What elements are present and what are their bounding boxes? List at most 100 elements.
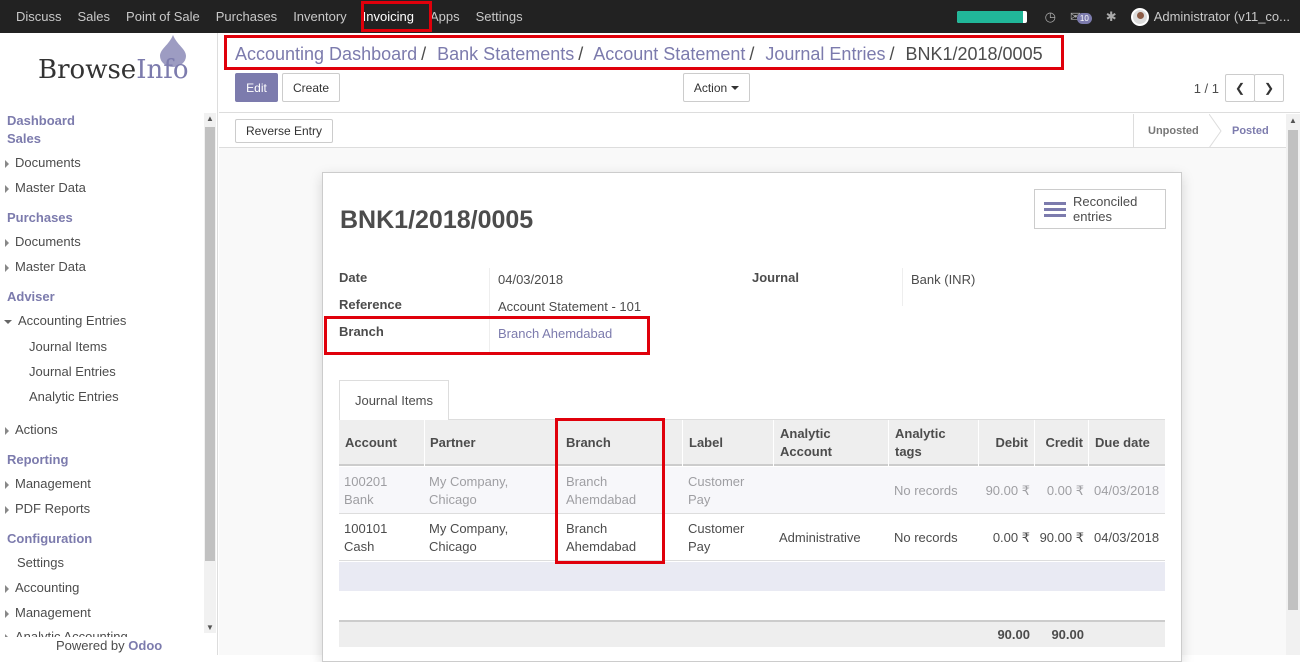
cell-account: 100201 Bank xyxy=(344,467,387,514)
scroll-down-icon[interactable]: ▼ xyxy=(206,623,214,632)
sidebar-item-journal-entries[interactable]: Journal Entries xyxy=(29,364,116,379)
chat-icon[interactable]: ✉10 xyxy=(1070,9,1092,25)
cell-partner: My Company, Chicago xyxy=(429,467,508,514)
chevron-right-icon: ❯ xyxy=(1263,81,1275,95)
tab-journal-items[interactable]: Journal Items xyxy=(339,380,449,420)
sidebar-item-journal-items[interactable]: Journal Items xyxy=(29,339,107,354)
menu-sales[interactable]: Sales xyxy=(78,9,111,24)
status-unposted[interactable]: Unposted xyxy=(1148,114,1199,148)
sidebar-item-sales-documents[interactable]: Documents xyxy=(5,155,81,170)
bug-icon[interactable]: ✱ xyxy=(1106,9,1117,25)
sidebar-item-settings[interactable]: Settings xyxy=(17,555,64,570)
cell-partner: My Company, Chicago xyxy=(429,514,508,561)
chevron-left-icon: ❮ xyxy=(1234,81,1246,95)
table-row[interactable]: 100201 Bank My Company, Chicago Branch Ahem… xyxy=(339,467,1165,514)
sidebar-head-purchases[interactable]: Purchases xyxy=(7,210,73,225)
table-row[interactable]: 100101 Cash My Company, Chicago Branch Ahem… xyxy=(339,514,1165,561)
sidebar-head-configuration[interactable]: Configuration xyxy=(7,531,92,546)
create-button[interactable]: Create xyxy=(282,73,340,102)
odoo-link[interactable]: Odoo xyxy=(128,638,162,653)
account-code: 100101 xyxy=(344,520,388,536)
edit-button[interactable]: Edit xyxy=(235,73,278,102)
sidebar-item-analytic-entries[interactable]: Analytic Entries xyxy=(29,389,119,404)
sidebar-item-pdf-reports[interactable]: PDF Reports xyxy=(5,501,90,516)
powered-by-text: Powered by xyxy=(56,638,125,653)
col-due-date[interactable]: Due date xyxy=(1089,420,1165,466)
sidebar-scrollbar[interactable]: ▲ ▼ xyxy=(204,113,216,633)
partner-1: My Company, xyxy=(429,473,509,489)
menu-point-of-sale[interactable]: Point of Sale xyxy=(126,9,200,24)
status-posted[interactable]: Posted xyxy=(1232,114,1269,148)
caret-right-icon xyxy=(5,584,9,593)
scroll-up-icon[interactable]: ▲ xyxy=(206,114,214,123)
pager-next-button[interactable]: ❯ xyxy=(1254,74,1284,102)
menu-settings[interactable]: Settings xyxy=(476,9,523,24)
table-header: Account Partner Branch Label Analytic Acc… xyxy=(339,420,1165,466)
table-footer: 90.00 90.00 xyxy=(339,620,1165,647)
col-credit[interactable]: Credit xyxy=(1035,420,1089,466)
col-debit[interactable]: Debit xyxy=(979,420,1035,466)
reconciled-entries-button[interactable]: Reconciled entries xyxy=(1034,189,1166,229)
cell-analytic-tags: No records xyxy=(894,529,958,545)
menu-inventory[interactable]: Inventory xyxy=(293,9,346,24)
col-account[interactable]: Account xyxy=(339,420,425,466)
col-analytic-account[interactable]: Analytic Account xyxy=(774,420,889,466)
sidebar-item-accounting[interactable]: Accounting xyxy=(5,580,79,595)
col-partner[interactable]: Partner xyxy=(425,420,556,466)
user-name: Administrator (v11_co... xyxy=(1153,9,1290,24)
sidebar-item-accounting-entries[interactable]: Accounting Entries xyxy=(4,313,126,328)
user-menu[interactable]: Administrator (v11_co... xyxy=(1130,7,1290,26)
action-dropdown[interactable]: Action xyxy=(683,73,750,102)
sidebar-head-dashboard[interactable]: Dashboard xyxy=(7,113,75,128)
status-arrow-icon xyxy=(1209,114,1222,148)
pager-previous-button[interactable]: ❮ xyxy=(1225,74,1255,102)
sidebar-scroll-thumb[interactable] xyxy=(205,127,215,561)
menu-discuss[interactable]: Discuss xyxy=(16,9,62,24)
sidebar-head-sales[interactable]: Sales xyxy=(7,131,41,146)
sidebar-item-management[interactable]: Management xyxy=(5,476,91,491)
sidebar-item-purch-master[interactable]: Master Data xyxy=(5,259,86,274)
logo: BrowseInfo xyxy=(38,55,188,85)
account-name: Cash xyxy=(344,538,375,554)
caret-right-icon xyxy=(5,263,9,272)
logo-info: Info xyxy=(136,55,189,85)
cell-analytic-tags: No records xyxy=(894,482,958,498)
reverse-entry-button[interactable]: Reverse Entry xyxy=(235,119,333,143)
reconciled-label-1: Reconciled xyxy=(1073,194,1138,209)
col-analytic-1: Analytic xyxy=(780,426,831,441)
cell-debit: 0.00 ₹ xyxy=(992,529,1030,545)
col-label[interactable]: Label xyxy=(683,420,774,466)
menu-apps[interactable]: Apps xyxy=(430,9,460,24)
avatar xyxy=(1130,7,1149,26)
progress-bar xyxy=(956,10,1027,23)
cell-due-date: 04/03/2018 xyxy=(1094,482,1160,498)
main-scroll-thumb[interactable] xyxy=(1288,130,1298,610)
sidebar-item-label: Master Data xyxy=(15,180,86,195)
sidebar-item-label: Accounting xyxy=(15,580,80,595)
cell-label: Customer Pay xyxy=(688,514,744,561)
top-navbar: Discuss Sales Point of Sale Purchases In… xyxy=(0,0,1300,33)
pager-value[interactable]: 1 / 1 xyxy=(1194,81,1219,96)
sidebar-item-analytic-accounting[interactable]: Analytic Accounting xyxy=(5,629,128,637)
clock-icon[interactable]: ◷ xyxy=(1045,9,1056,25)
menu-purchases[interactable]: Purchases xyxy=(216,9,277,24)
sidebar-item-label: Analytic Accounting xyxy=(15,629,128,637)
sidebar-item-sales-master[interactable]: Master Data xyxy=(5,180,86,195)
caret-right-icon xyxy=(5,609,9,618)
progress-fill xyxy=(956,10,1024,23)
caret-right-icon xyxy=(5,184,9,193)
sidebar-item-conf-management[interactable]: Management xyxy=(5,605,91,620)
list-icon xyxy=(1044,199,1066,220)
col-analytic-tags[interactable]: Analytic tags xyxy=(889,420,979,466)
scroll-up-icon[interactable]: ▲ xyxy=(1289,116,1297,125)
sidebar-item-label: Documents xyxy=(15,234,81,249)
sidebar-item-actions[interactable]: Actions xyxy=(5,422,58,437)
label-2: Pay xyxy=(688,538,711,554)
chat-badge: 10 xyxy=(1076,12,1092,24)
sidebar-item-label: Management xyxy=(15,476,91,491)
sidebar-item-purch-documents[interactable]: Documents xyxy=(5,234,81,249)
sidebar-head-reporting[interactable]: Reporting xyxy=(7,452,68,467)
partner-2: Chicago xyxy=(429,491,477,507)
main-scrollbar[interactable]: ▲ xyxy=(1286,114,1300,655)
sidebar-head-adviser[interactable]: Adviser xyxy=(7,289,55,304)
